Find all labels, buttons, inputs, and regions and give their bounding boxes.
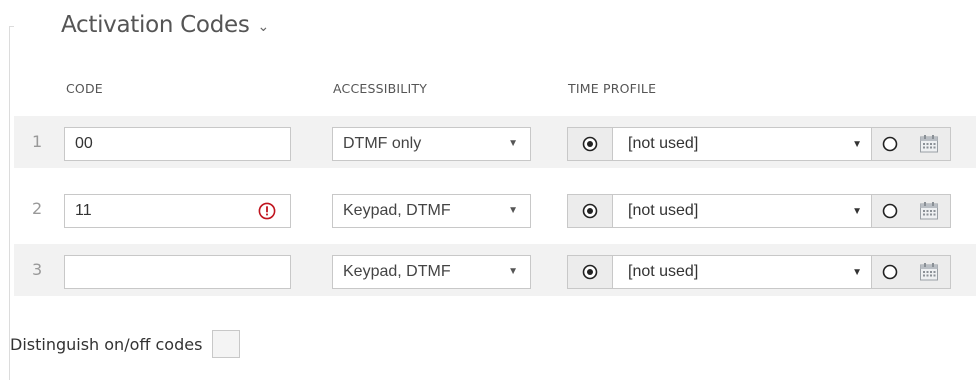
time-profile-select[interactable]: [not used] ▼ — [613, 128, 870, 160]
code-row: 1 00 DTMF only ▼ [not used] ▼ — [14, 116, 976, 168]
time-profile-calendar-radio[interactable] — [871, 195, 907, 227]
time-profile-value: [not used] — [628, 135, 699, 152]
code-input[interactable]: 11 — [64, 194, 291, 228]
column-header-code: CODE — [66, 81, 103, 96]
accessibility-value: Keypad, DTMF — [343, 202, 451, 219]
accessibility-select[interactable]: Keypad, DTMF ▼ — [332, 255, 531, 289]
distinguish-codes-label: Distinguish on/off codes — [10, 334, 203, 354]
time-profile-group: [not used] ▼ — [567, 255, 951, 289]
radio-unchecked-icon — [882, 264, 897, 280]
accessibility-select[interactable]: Keypad, DTMF ▼ — [332, 194, 531, 228]
section-title-label: Activation Codes — [61, 12, 250, 38]
code-row: 3 Keypad, DTMF ▼ [not used] ▼ — [14, 244, 976, 296]
time-profile-select-radio[interactable] — [568, 195, 613, 227]
calendar-icon — [919, 202, 938, 220]
dropdown-arrow-icon: ▼ — [852, 206, 862, 217]
time-profile-calendar-radio[interactable] — [871, 256, 907, 288]
time-profile-select[interactable]: [not used] ▼ — [613, 256, 870, 288]
code-input[interactable] — [64, 255, 291, 289]
dropdown-arrow-icon: ▼ — [852, 267, 862, 278]
code-input[interactable]: 00 — [64, 127, 291, 161]
time-profile-select-radio[interactable] — [568, 128, 613, 160]
row-number: 3 — [32, 260, 43, 279]
radio-checked-icon — [582, 136, 598, 152]
accessibility-value: Keypad, DTMF — [343, 263, 451, 280]
column-header-accessibility: ACCESSIBILITY — [333, 81, 428, 96]
chevron-down-icon: ⌄ — [257, 19, 270, 35]
time-profile-group: [not used] ▼ — [567, 127, 951, 161]
accessibility-value: DTMF only — [343, 135, 422, 152]
calendar-button[interactable] — [907, 195, 950, 227]
distinguish-codes-option: Distinguish on/off codes — [10, 330, 241, 358]
calendar-icon — [919, 135, 938, 153]
time-profile-select-radio[interactable] — [568, 256, 613, 288]
time-profile-calendar-radio[interactable] — [871, 128, 907, 160]
row-number: 1 — [32, 132, 43, 151]
time-profile-value: [not used] — [628, 202, 699, 219]
radio-checked-icon — [582, 203, 598, 219]
calendar-icon — [919, 263, 938, 281]
row-number: 2 — [32, 199, 43, 218]
section-bracket-top — [9, 26, 14, 27]
time-profile-value: [not used] — [628, 263, 699, 280]
dropdown-arrow-icon: ▼ — [508, 266, 518, 277]
radio-unchecked-icon — [882, 136, 897, 152]
accessibility-select[interactable]: DTMF only ▼ — [332, 127, 531, 161]
radio-unchecked-icon — [882, 203, 897, 219]
calendar-button[interactable] — [907, 128, 950, 160]
error-icon — [258, 202, 276, 220]
calendar-button[interactable] — [907, 256, 950, 288]
dropdown-arrow-icon: ▼ — [508, 138, 518, 149]
time-profile-select[interactable]: [not used] ▼ — [613, 195, 870, 227]
dropdown-arrow-icon: ▼ — [852, 139, 862, 150]
code-row: 2 11 Keypad, DTMF ▼ [not used] ▼ — [14, 183, 976, 235]
column-header-time-profile: TIME PROFILE — [568, 81, 657, 96]
section-title[interactable]: Activation Codes ⌄ — [61, 12, 269, 38]
radio-checked-icon — [582, 264, 598, 280]
time-profile-group: [not used] ▼ — [567, 194, 951, 228]
section-bracket — [9, 26, 10, 380]
distinguish-codes-checkbox[interactable] — [212, 330, 241, 358]
dropdown-arrow-icon: ▼ — [508, 205, 518, 216]
